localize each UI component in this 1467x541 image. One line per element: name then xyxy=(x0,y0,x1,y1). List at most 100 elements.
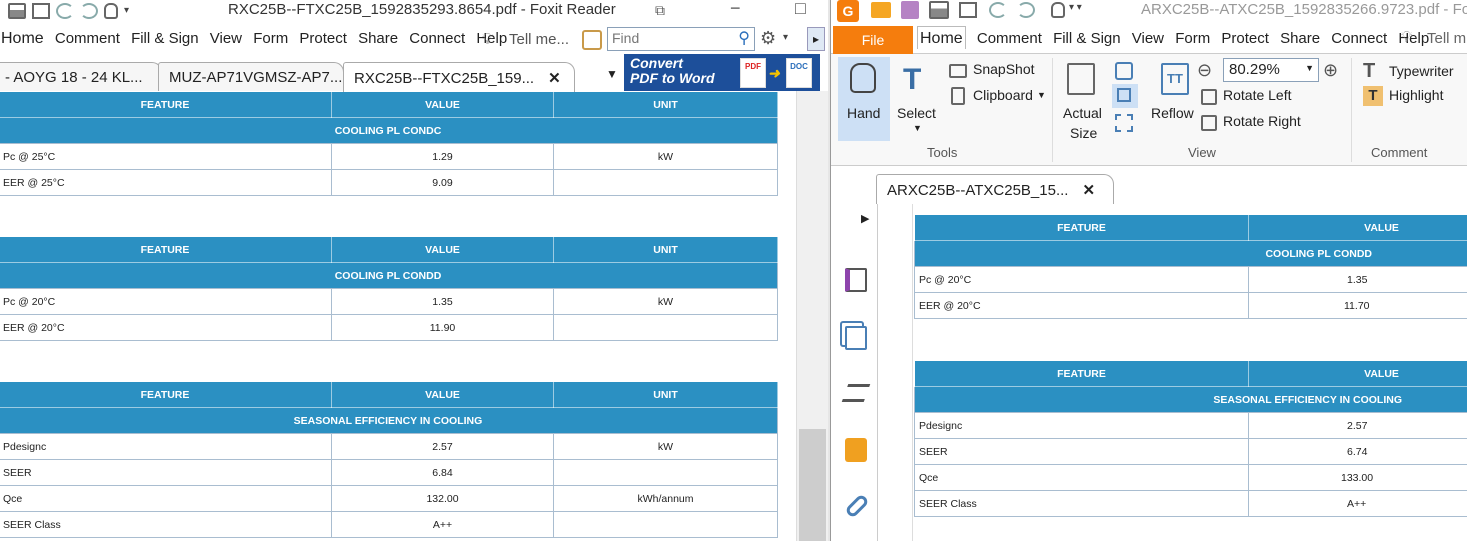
right-document-view: FEATURE VALUE COOLING PL CONDD Pc @ 20°C 1… xyxy=(879,204,1467,541)
hand-button[interactable]: Hand xyxy=(838,57,890,141)
tab-rxc25b[interactable]: RXC25B--FTXC25B_159... ✕ xyxy=(343,62,575,92)
tab-view[interactable]: View xyxy=(1132,30,1164,47)
menu-share[interactable]: Share xyxy=(358,30,398,47)
header-feature: FEATURE xyxy=(0,381,332,408)
tab-form[interactable]: Form xyxy=(1175,30,1210,47)
email-icon[interactable] xyxy=(959,2,977,18)
comment-group-label: Comment xyxy=(1371,145,1428,160)
cell-value: A++ xyxy=(1248,490,1467,517)
scroll-thumb[interactable] xyxy=(799,429,826,541)
actual-size-button[interactable]: Actual Size xyxy=(1063,57,1103,143)
table-seasonal-efficiency: FEATURE VALUE UNIT SEASONAL EFFICIENCY IN … xyxy=(0,381,778,538)
open-folder-icon[interactable] xyxy=(871,2,891,18)
reflow-label: Reflow xyxy=(1151,105,1194,121)
rotate-right-button[interactable]: Rotate Right xyxy=(1223,113,1301,129)
tab-label: RXC25B--FTXC25B_159... xyxy=(354,70,535,87)
tab-home[interactable]: Home xyxy=(917,26,966,49)
cell-feature: Qce xyxy=(0,485,332,512)
fit-visible-icon[interactable] xyxy=(1115,114,1133,132)
search-doc-icon[interactable] xyxy=(582,30,602,50)
hand-tool-icon[interactable] xyxy=(1051,2,1065,18)
tab-connect[interactable]: Connect xyxy=(1331,30,1387,47)
tab-arxc25b[interactable]: ARXC25B--ATXC25B_15... ✕ xyxy=(876,174,1114,204)
header-feature: FEATURE xyxy=(0,91,332,118)
customize-caret-icon[interactable]: ▾ xyxy=(124,3,134,19)
minimize-icon[interactable]: − xyxy=(730,0,741,19)
menu-protect[interactable]: Protect xyxy=(299,30,347,47)
section-title: COOLING PL CONDD xyxy=(914,240,1467,267)
save-icon[interactable] xyxy=(901,1,919,19)
undo-icon[interactable] xyxy=(989,2,1007,18)
highlight-button[interactable]: Highlight xyxy=(1389,87,1443,103)
maximize-icon[interactable]: □ xyxy=(795,0,806,19)
tab-list-caret-icon[interactable]: ▼ xyxy=(606,67,618,81)
comments-icon[interactable] xyxy=(845,438,867,462)
reflow-icon: TT xyxy=(1161,63,1189,95)
panel-arrow-button[interactable]: ▸ xyxy=(807,27,825,51)
gear-icon[interactable]: ⚙ xyxy=(760,28,776,49)
cell-unit: kWh/annum xyxy=(553,485,778,512)
pages-icon[interactable] xyxy=(845,326,867,350)
menu-comment[interactable]: Comment xyxy=(55,30,120,47)
bookmarks-icon[interactable] xyxy=(845,268,867,292)
cell-value: 6.84 xyxy=(331,459,554,486)
menu-view[interactable]: View xyxy=(210,30,242,47)
convert-pdf-ad[interactable]: Convert PDF to Word PDF ➜ DOC xyxy=(624,54,820,91)
menu-form[interactable]: Form xyxy=(253,30,288,47)
clipboard-caret-icon[interactable]: ▼ xyxy=(1037,90,1046,100)
search-icon[interactable]: ⚲ xyxy=(738,28,750,48)
fit-width-button[interactable] xyxy=(1112,84,1138,108)
tell-me-input[interactable]: Tell me... xyxy=(509,31,569,48)
header-feature: FEATURE xyxy=(914,360,1249,387)
hand-tool-icon[interactable] xyxy=(104,3,118,19)
tell-me-input[interactable]: Tell m xyxy=(1427,30,1466,47)
zoom-out-icon[interactable]: ⊖ xyxy=(1197,60,1212,81)
cell-feature: SEER Class xyxy=(914,490,1249,517)
tab-protect[interactable]: Protect xyxy=(1221,30,1269,47)
find-input[interactable]: Find ⚲ xyxy=(607,27,755,51)
header-value: VALUE xyxy=(331,91,554,118)
close-tab-icon[interactable]: ✕ xyxy=(548,70,561,87)
left-vertical-scrollbar[interactable] xyxy=(796,91,828,541)
redo-icon[interactable] xyxy=(80,3,98,19)
print-icon[interactable] xyxy=(8,3,26,19)
restore-icon[interactable]: ⧉ xyxy=(655,2,665,19)
section-title: COOLING PL CONDD xyxy=(0,262,778,289)
tools-group-label: Tools xyxy=(927,145,958,160)
snapshot-button[interactable]: SnapShot xyxy=(973,61,1035,77)
cell-feature: Pdesignc xyxy=(0,433,332,460)
typewriter-button[interactable]: Typewriter xyxy=(1389,63,1454,79)
select-label: Select xyxy=(897,105,936,121)
close-tab-icon[interactable]: ✕ xyxy=(1082,182,1095,199)
redo-icon[interactable] xyxy=(1017,2,1035,18)
tab-fill-sign[interactable]: Fill & Sign xyxy=(1053,30,1121,47)
clipboard-button[interactable]: Clipboard xyxy=(973,87,1033,103)
layers-icon[interactable] xyxy=(841,384,871,402)
tab-file[interactable]: File xyxy=(833,26,913,54)
table-cooling-condd: FEATURE VALUE COOLING PL CONDD Pc @ 20°C 1… xyxy=(914,214,1467,319)
menu-home[interactable]: Home xyxy=(1,30,44,47)
attachment-icon[interactable] xyxy=(844,493,870,519)
customize-caret-icon[interactable]: ▾ ▾ xyxy=(1069,2,1082,13)
zoom-in-icon[interactable]: ⊕ xyxy=(1323,60,1338,81)
lightbulb-icon: 💡︎ xyxy=(1401,29,1413,46)
tab-comment[interactable]: Comment xyxy=(977,30,1042,47)
pdf-file-icon: PDF xyxy=(740,58,766,88)
menu-connect[interactable]: Connect xyxy=(409,30,465,47)
tab-aoyg[interactable]: - AOYG 18 - 24 KL... xyxy=(0,62,162,92)
undo-icon[interactable] xyxy=(56,3,74,19)
rotate-left-button[interactable]: Rotate Left xyxy=(1223,87,1292,103)
fit-page-icon[interactable] xyxy=(1115,62,1133,80)
tab-share[interactable]: Share xyxy=(1280,30,1320,47)
print-icon[interactable] xyxy=(929,1,949,19)
tab-muz[interactable]: MUZ-AP71VGMSZ-AP7... xyxy=(158,62,344,92)
ribbon-tab-strip: File Home Comment Fill & Sign View Form … xyxy=(831,26,1467,54)
menu-fill-sign[interactable]: Fill & Sign xyxy=(131,30,199,47)
left-menu-bar: Home Comment Fill & Sign View Form Prote… xyxy=(1,30,514,52)
gear-caret-icon[interactable]: ▾ xyxy=(783,32,788,43)
select-button[interactable]: T Select ▼ xyxy=(893,57,941,141)
header-value: VALUE xyxy=(331,236,554,263)
zoom-select[interactable]: 80.29% ▼ xyxy=(1223,58,1319,82)
expand-panel-icon[interactable]: ▶ xyxy=(861,212,869,225)
email-icon[interactable] xyxy=(32,3,50,19)
